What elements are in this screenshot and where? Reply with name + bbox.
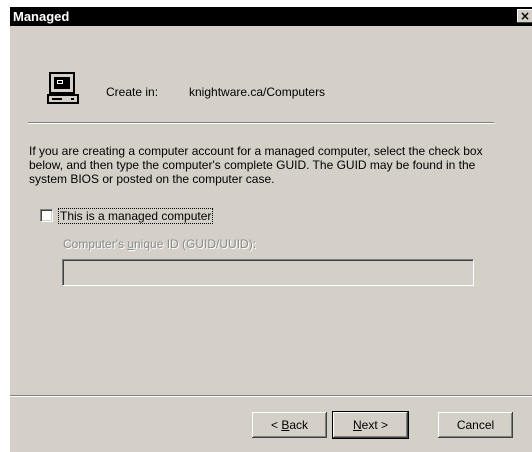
close-button[interactable]: × (517, 9, 532, 23)
dialog-title: Managed (13, 9, 70, 24)
managed-computer-checkbox[interactable] (40, 209, 53, 222)
title-bar[interactable]: Managed × (10, 7, 532, 26)
back-prefix: < (270, 418, 282, 432)
back-button[interactable]: < Back (252, 412, 327, 438)
guid-label-before: Computer's (63, 237, 128, 251)
instructions-text: If you are creating a computer account f… (29, 144, 483, 186)
guid-field-label: Computer's unique ID (GUID/UUID): (63, 237, 256, 251)
header-separator (28, 122, 494, 124)
back-rest: ack (289, 418, 309, 432)
footer-separator (10, 395, 532, 397)
close-icon: × (519, 9, 531, 23)
next-button[interactable]: Next > (333, 412, 408, 438)
guid-input[interactable] (62, 259, 474, 286)
managed-computer-label[interactable]: This is a managed computer (58, 208, 214, 224)
guid-label-mnemonic: u (127, 237, 134, 251)
next-mnemonic: N (352, 418, 362, 432)
computer-icon (47, 72, 79, 104)
create-in-label: Create in: (106, 85, 159, 99)
container-path: knightware.ca/Computers (189, 85, 326, 99)
guid-label-after: nique ID (GUID/UUID): (134, 237, 257, 251)
cancel-button[interactable]: Cancel (438, 412, 513, 438)
managed-dialog: Managed × Create in: knightware.ca/Compu… (10, 7, 532, 452)
next-rest: ext > (361, 418, 389, 432)
